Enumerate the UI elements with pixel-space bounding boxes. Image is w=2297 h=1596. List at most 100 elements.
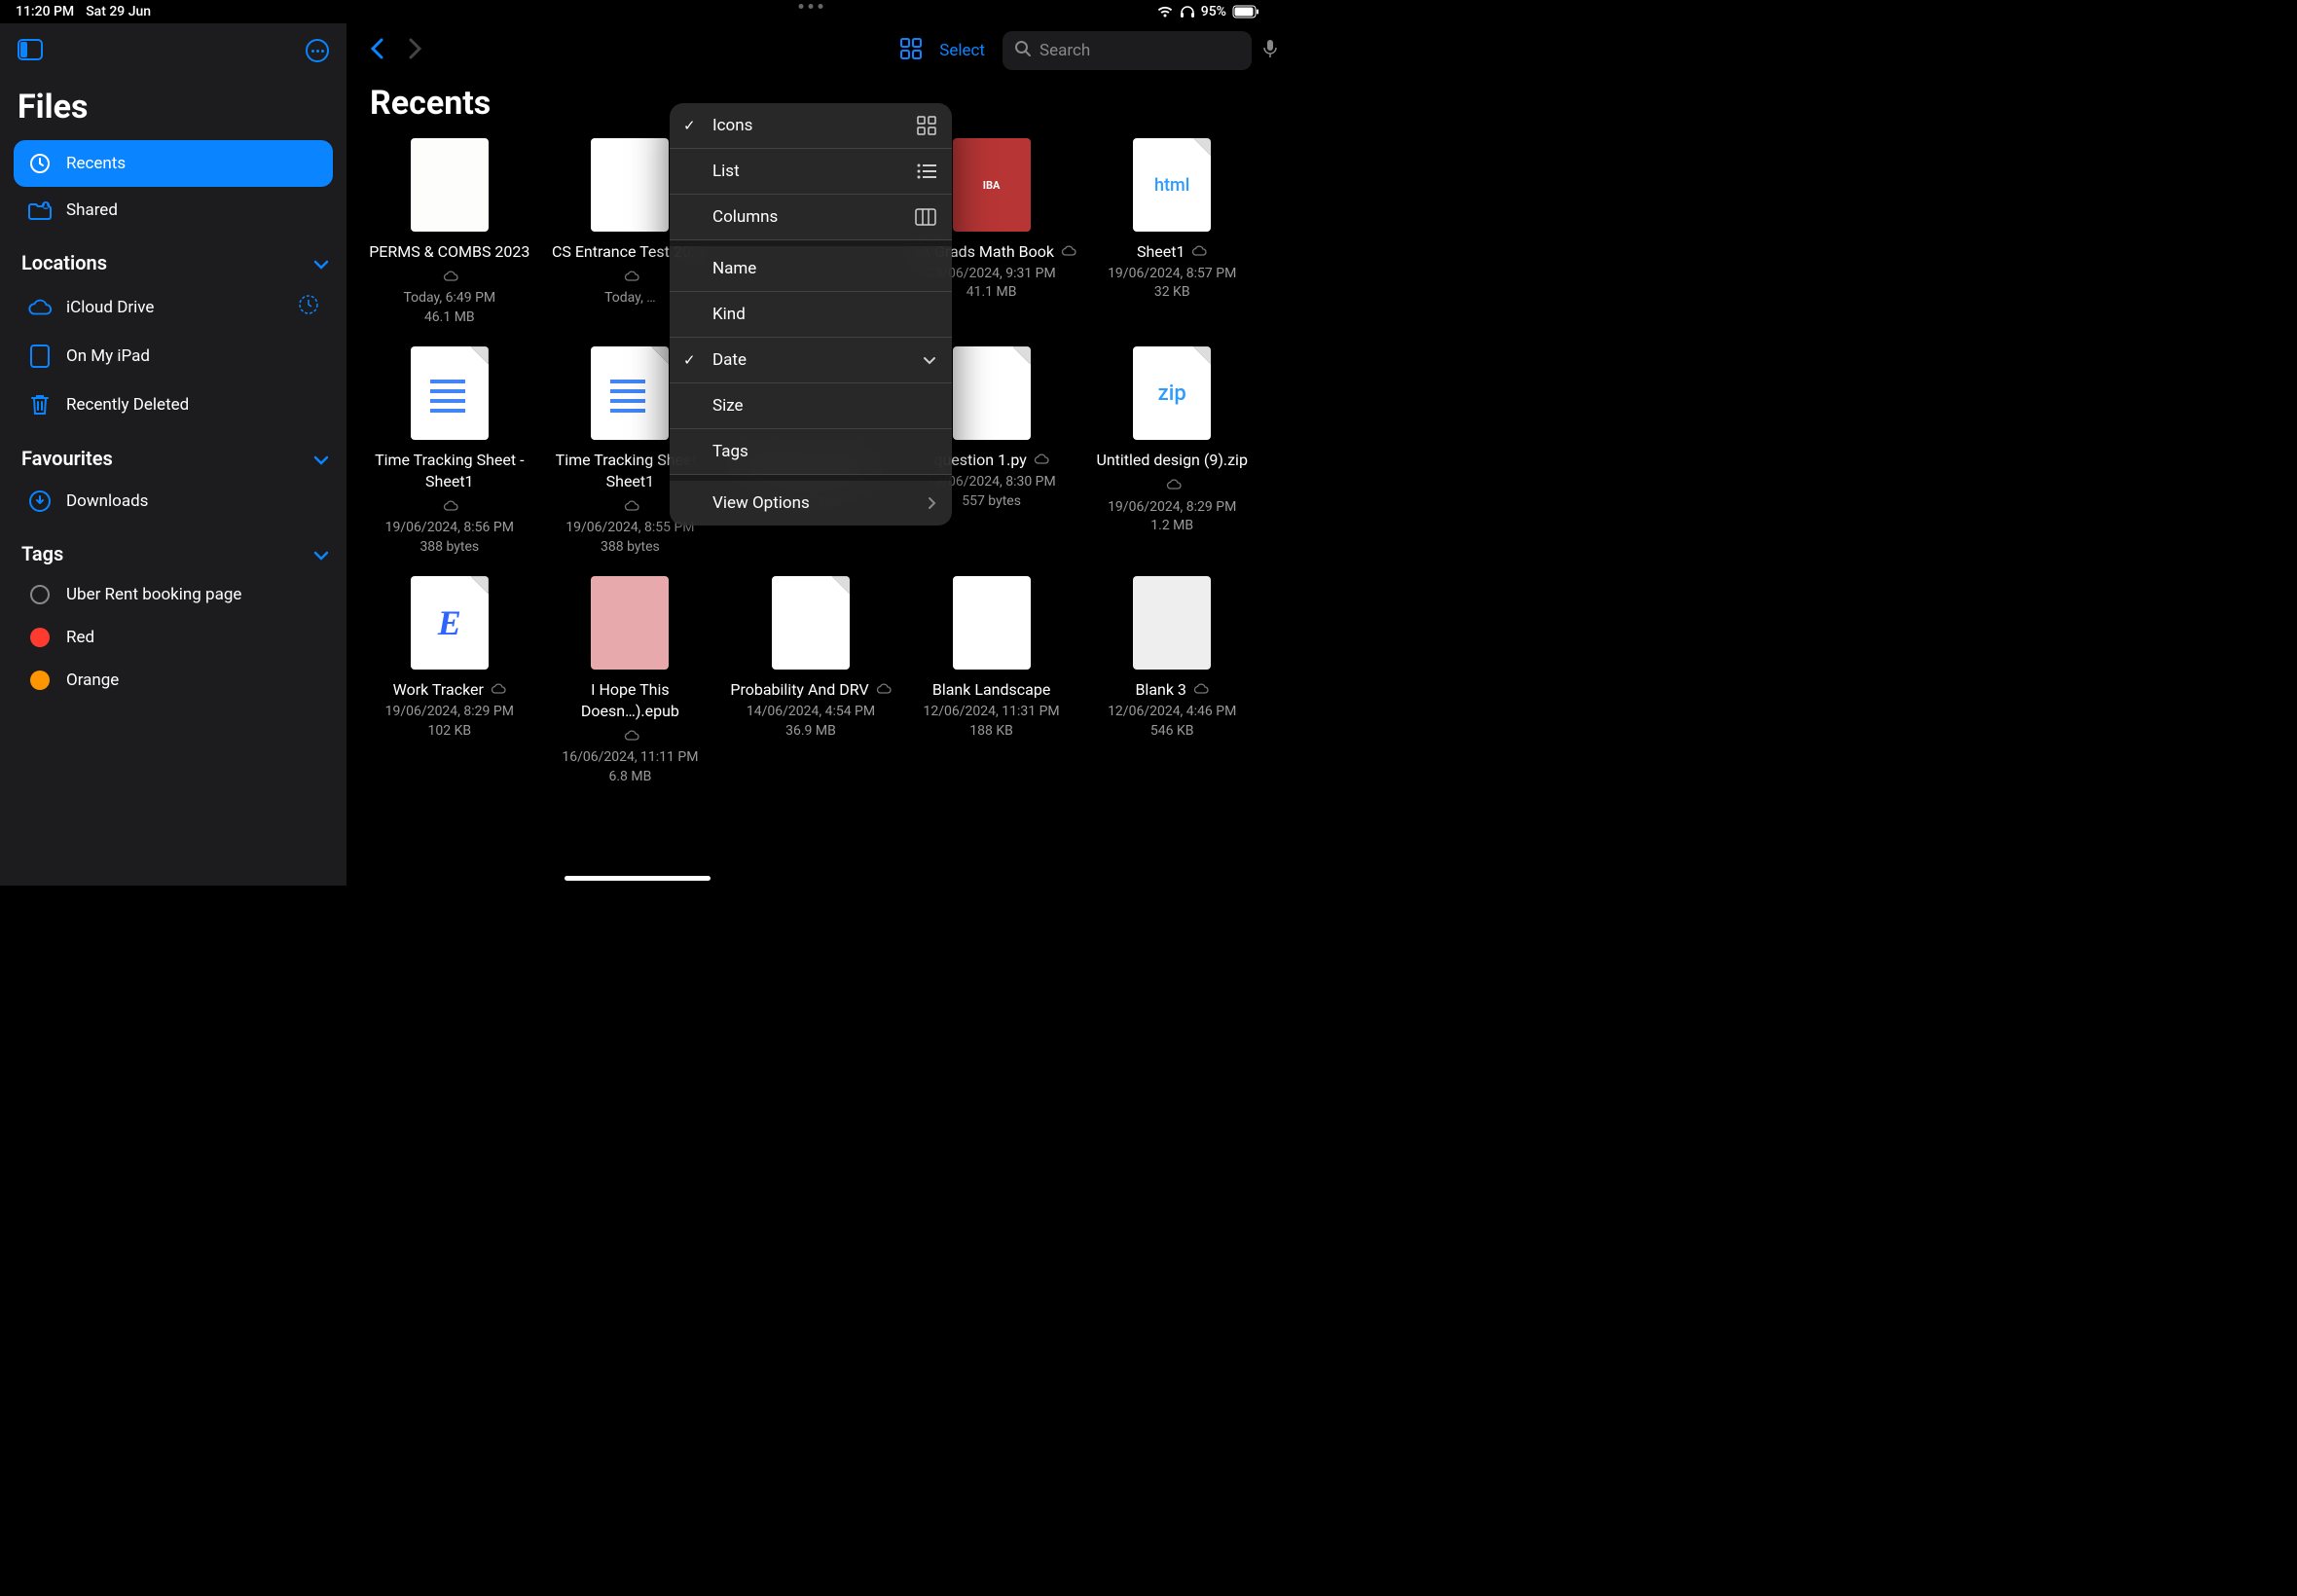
sidebar: Files Recents Shared Locations iCloud Dr… xyxy=(0,23,346,886)
checkmark-icon: ✓ xyxy=(683,351,696,369)
menu-item-size[interactable]: Size xyxy=(670,383,952,429)
file-date: 19/06/2024, 8:56 PM xyxy=(385,519,514,538)
file-date: 14/06/2024, 4:54 PM xyxy=(747,703,875,722)
menu-item-columns[interactable]: Columns xyxy=(670,195,952,240)
file-size: 188 KB xyxy=(969,722,1013,742)
menu-item-tags[interactable]: Tags xyxy=(670,429,952,475)
file-thumbnail: zip xyxy=(1133,346,1211,440)
section-head-locations[interactable]: Locations xyxy=(14,234,333,282)
file-thumbnail xyxy=(411,346,489,440)
sidebar-item-deleted[interactable]: Recently Deleted xyxy=(14,381,333,429)
sidebar-item-label: On My iPad xyxy=(66,346,319,366)
sidebar-item-icloud[interactable]: iCloud Drive xyxy=(14,282,333,332)
file-thumbnail: IBA xyxy=(953,138,1031,232)
search-icon xyxy=(1014,40,1032,61)
file-date: Today, 6:49 PM xyxy=(403,289,495,308)
chevron-down-icon xyxy=(923,356,936,365)
menu-item-viewoptions[interactable]: View Options xyxy=(670,481,952,526)
menu-label: Size xyxy=(712,396,744,416)
file-size: 557 bytes xyxy=(962,492,1021,512)
ipad-icon xyxy=(27,344,53,369)
sidebar-item-tag-orange[interactable]: Orange xyxy=(14,659,333,702)
more-options-icon[interactable] xyxy=(306,39,329,62)
multitask-grabber-icon[interactable] xyxy=(799,4,823,9)
file-size: 102 KB xyxy=(428,722,472,742)
sidebar-item-downloads[interactable]: Downloads xyxy=(14,478,333,525)
menu-item-list[interactable]: List xyxy=(670,149,952,195)
sidebar-item-label: Recently Deleted xyxy=(66,395,319,415)
file-name: Blank Landscape xyxy=(932,679,1050,701)
sidebar-toggle-icon[interactable] xyxy=(18,39,43,64)
file-thumbnail: html xyxy=(1133,138,1211,232)
file-size: 6.8 MB xyxy=(608,768,651,787)
file-date: 16/06/2024, 11:11 PM xyxy=(562,748,698,768)
file-thumbnail: E xyxy=(411,576,489,670)
file-size: 1.2 MB xyxy=(1150,517,1193,536)
file-size: 36.9 MB xyxy=(785,722,836,742)
sidebar-item-tag-red[interactable]: Red xyxy=(14,616,333,659)
file-thumbnail xyxy=(953,346,1031,440)
battery-percent: 95% xyxy=(1201,4,1226,19)
file-thumbnail xyxy=(1133,576,1211,670)
sidebar-item-label: Shared xyxy=(66,200,319,220)
cloud-status-icon xyxy=(1034,450,1049,471)
status-time: 11:20 PM xyxy=(16,4,74,19)
file-item[interactable]: PERMS & COMBS 2023Today, 6:49 PM46.1 MB xyxy=(364,138,535,327)
status-bar: 11:20 PM Sat 29 Jun 95% xyxy=(0,0,1275,23)
section-head-tags[interactable]: Tags xyxy=(14,525,333,573)
list-icon xyxy=(917,163,936,179)
chevron-down-icon xyxy=(313,447,329,470)
section-title: Favourites xyxy=(21,447,113,470)
sidebar-item-tag-uber[interactable]: Uber Rent booking page xyxy=(14,573,333,616)
menu-label: Kind xyxy=(712,305,746,324)
sidebar-item-label: Uber Rent booking page xyxy=(66,585,319,604)
file-thumbnail xyxy=(591,576,669,670)
chevron-down-icon xyxy=(313,251,329,274)
section-head-favourites[interactable]: Favourites xyxy=(14,429,333,478)
file-date: Today, … xyxy=(604,289,656,308)
cloud-status-icon xyxy=(1191,241,1207,263)
cloud-status-icon xyxy=(624,496,639,518)
home-indicator[interactable] xyxy=(565,876,711,881)
file-thumbnail xyxy=(772,576,850,670)
menu-item-kind[interactable]: Kind xyxy=(670,292,952,338)
menu-label: List xyxy=(712,162,740,181)
file-item[interactable]: Probability And DRV14/06/2024, 4:54 PM36… xyxy=(725,576,896,786)
file-item[interactable]: Blank Landscape12/06/2024, 11:31 PM188 K… xyxy=(906,576,1077,786)
menu-item-name[interactable]: Name xyxy=(670,246,952,292)
file-item[interactable]: Blank 312/06/2024, 4:46 PM546 KB xyxy=(1086,576,1258,786)
sidebar-item-recents[interactable]: Recents xyxy=(14,140,333,187)
cloud-status-icon xyxy=(491,679,506,701)
grid-icon xyxy=(917,116,936,135)
file-size: 46.1 MB xyxy=(424,308,475,328)
sidebar-title: Files xyxy=(14,88,333,127)
search-input[interactable] xyxy=(1039,41,1256,60)
tag-dot-icon xyxy=(27,585,53,604)
file-item[interactable]: htmlSheet119/06/2024, 8:57 PM32 KB xyxy=(1086,138,1258,327)
file-item[interactable]: I Hope This Doesn…).epub16/06/2024, 11:1… xyxy=(545,576,716,786)
menu-item-icons[interactable]: ✓ Icons xyxy=(670,103,952,149)
view-mode-button[interactable] xyxy=(900,38,922,63)
file-name: Sheet1 xyxy=(1137,241,1208,263)
file-thumbnail xyxy=(411,138,489,232)
forward-button[interactable] xyxy=(407,37,422,64)
sidebar-item-shared[interactable]: Shared xyxy=(14,187,333,234)
menu-item-date[interactable]: ✓ Date xyxy=(670,338,952,383)
checkmark-icon: ✓ xyxy=(683,117,696,134)
file-date: 19/06/2024, 8:29 PM xyxy=(1108,498,1236,518)
sidebar-item-onipad[interactable]: On My iPad xyxy=(14,332,333,381)
file-thumbnail xyxy=(591,346,669,440)
toolbar: Select xyxy=(360,23,1261,70)
file-item[interactable]: Time Tracking Sheet - Sheet119/06/2024, … xyxy=(364,346,535,557)
file-size: 388 bytes xyxy=(601,538,660,558)
file-item[interactable]: EWork Tracker19/06/2024, 8:29 PM102 KB xyxy=(364,576,535,786)
file-item[interactable]: zipUntitled design (9).zip19/06/2024, 8:… xyxy=(1086,346,1258,557)
clock-icon xyxy=(27,152,53,175)
search-box[interactable] xyxy=(1003,31,1252,70)
battery-icon xyxy=(1232,5,1259,18)
columns-icon xyxy=(915,208,936,226)
back-button[interactable] xyxy=(370,37,385,64)
select-button[interactable]: Select xyxy=(939,41,985,60)
mic-icon[interactable] xyxy=(1263,39,1277,62)
wifi-icon xyxy=(1156,5,1174,18)
